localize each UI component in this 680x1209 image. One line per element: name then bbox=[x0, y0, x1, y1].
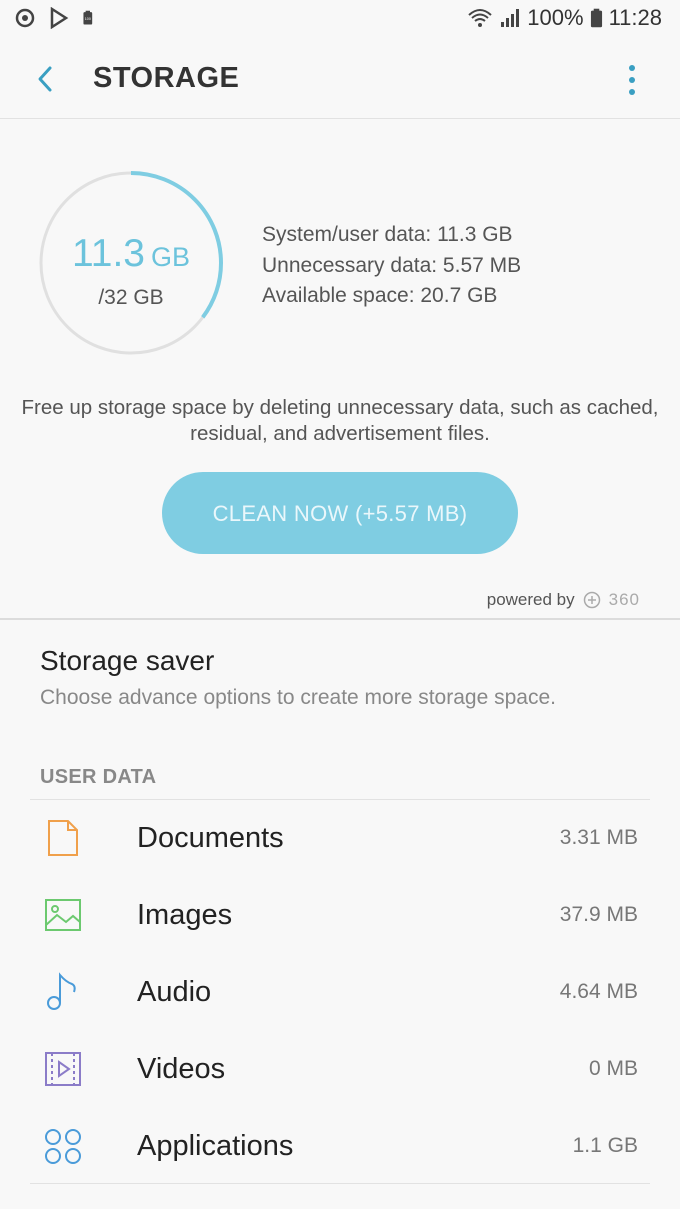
brand-360: 360 bbox=[608, 590, 640, 609]
360-logo-icon bbox=[583, 591, 600, 609]
status-bar: 100 100% 11:28 bbox=[0, 0, 680, 40]
list-item-label: Audio bbox=[137, 976, 212, 1008]
document-icon bbox=[48, 820, 78, 856]
battery-icon bbox=[590, 8, 602, 28]
list-item-size: 37.9 MB bbox=[559, 903, 638, 926]
list-item-size: 1.1 GB bbox=[572, 1134, 638, 1157]
battery-full-icon: 100 bbox=[83, 10, 93, 25]
total-storage: /32 GB bbox=[98, 286, 164, 309]
list-item-videos[interactable]: Videos 0 MB bbox=[0, 1031, 680, 1108]
status-left-icons: 100 bbox=[14, 7, 98, 29]
music-note-icon bbox=[47, 972, 76, 1010]
list-item-label: Documents bbox=[137, 822, 284, 854]
list-item-label: Images bbox=[137, 899, 233, 931]
list-item-applications[interactable]: Applications 1.1 GB bbox=[0, 1108, 680, 1185]
clean-description: Free up storage space by deleting unnece… bbox=[21, 396, 659, 445]
clean-now-button[interactable]: CLEAN NOW (+5.57 MB) bbox=[162, 472, 518, 554]
wifi-icon bbox=[468, 9, 492, 27]
page-title: STORAGE bbox=[93, 62, 240, 94]
list-item-audio[interactable]: Audio 4.64 MB bbox=[0, 954, 680, 1031]
list-bottom-divider bbox=[30, 1183, 650, 1184]
image-icon bbox=[45, 899, 81, 931]
list-item-size: 4.64 MB bbox=[559, 980, 638, 1003]
user-data-heading: USER DATA bbox=[40, 766, 157, 788]
back-arrow-icon[interactable] bbox=[30, 62, 64, 96]
storage-saver-subtitle[interactable]: Choose advance options to create more st… bbox=[40, 686, 556, 710]
play-store-icon bbox=[50, 7, 69, 29]
app-bar: STORAGE bbox=[0, 40, 680, 119]
apps-icon bbox=[45, 1129, 81, 1164]
powered-by: powered by 360 bbox=[487, 590, 640, 610]
video-icon bbox=[45, 1052, 81, 1086]
stat-available-space: Available space: 20.7 GB bbox=[262, 284, 498, 307]
powered-by-label: powered by bbox=[486, 590, 575, 609]
list-item-size: 3.31 MB bbox=[559, 826, 638, 849]
user-data-list: Documents 3.31 MB Images 37.9 MB Audio 4… bbox=[0, 800, 680, 1185]
more-options-icon[interactable] bbox=[622, 62, 642, 98]
stat-system-data: System/user data: 11.3 GB bbox=[262, 223, 513, 246]
list-item-documents[interactable]: Documents 3.31 MB bbox=[0, 800, 680, 877]
signal-icon bbox=[501, 9, 520, 27]
status-right: 100% 11:28 bbox=[467, 5, 662, 31]
section-divider bbox=[0, 618, 680, 620]
used-unit: GB bbox=[151, 242, 191, 272]
used-value: 11.3 bbox=[71, 232, 145, 275]
storage-saver-title[interactable]: Storage saver bbox=[40, 645, 214, 677]
list-item-label: Videos bbox=[137, 1053, 226, 1085]
sync-icon bbox=[15, 8, 35, 28]
list-item-images[interactable]: Images 37.9 MB bbox=[0, 877, 680, 954]
battery-percent: 100% bbox=[527, 5, 584, 30]
list-item-label: Applications bbox=[137, 1130, 294, 1162]
stat-unnecessary-data: Unnecessary data: 5.57 MB bbox=[262, 253, 522, 277]
used-storage: 11.3 GB bbox=[38, 232, 224, 276]
storage-stats: System/user data: 11.3 GB Unnecessary da… bbox=[262, 220, 521, 312]
clock: 11:28 bbox=[608, 5, 662, 30]
list-item-size: 0 MB bbox=[588, 1057, 638, 1080]
battery-icon-label: 100 bbox=[85, 17, 91, 21]
